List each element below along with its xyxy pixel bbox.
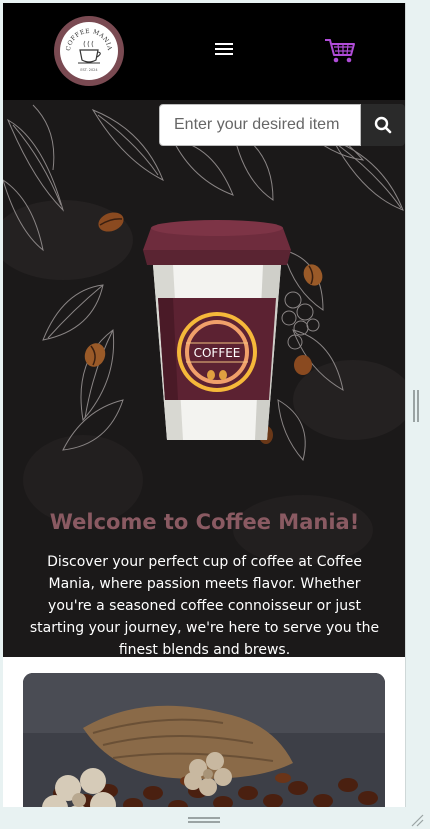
site-header: COFFEE MANIA EST. 2024 (3, 3, 405, 100)
search-button[interactable] (361, 104, 405, 146)
logo-cup-icon: COFFEE MANIA EST. 2024 (65, 28, 113, 72)
svg-text:COFFEE MANIA: COFFEE MANIA (65, 28, 113, 52)
logo-badge: COFFEE MANIA EST. 2024 (60, 22, 118, 80)
coffee-beans-image (23, 673, 385, 807)
welcome-heading: Welcome to Coffee Mania! (49, 510, 360, 534)
cup-label: COFFEE (194, 346, 241, 360)
coffee-cup-illustration (143, 220, 291, 440)
logo-text-bottom: EST. 2024 (80, 68, 98, 72)
shopping-cart-icon[interactable] (324, 37, 356, 65)
corner-resize-handle[interactable] (410, 812, 424, 827)
search-icon (374, 116, 392, 134)
vertical-resize-handle[interactable] (188, 817, 220, 825)
search-bar (159, 104, 405, 146)
browser-viewport: COFFEE MANIA EST. 2024 COFFEE Enter your… (3, 3, 406, 807)
horizontal-resize-handle[interactable] (413, 390, 421, 422)
coffee-mania-logo[interactable]: COFFEE MANIA EST. 2024 (54, 16, 124, 86)
welcome-description: Discover your perfect cup of coffee at C… (29, 554, 380, 657)
hamburger-menu-icon[interactable] (213, 40, 235, 60)
search-input[interactable] (159, 104, 361, 146)
hero-section: COFFEE Welcome to Coffee Mania! Discover… (3, 100, 405, 657)
logo-text-top: COFFEE MANIA (65, 28, 113, 52)
